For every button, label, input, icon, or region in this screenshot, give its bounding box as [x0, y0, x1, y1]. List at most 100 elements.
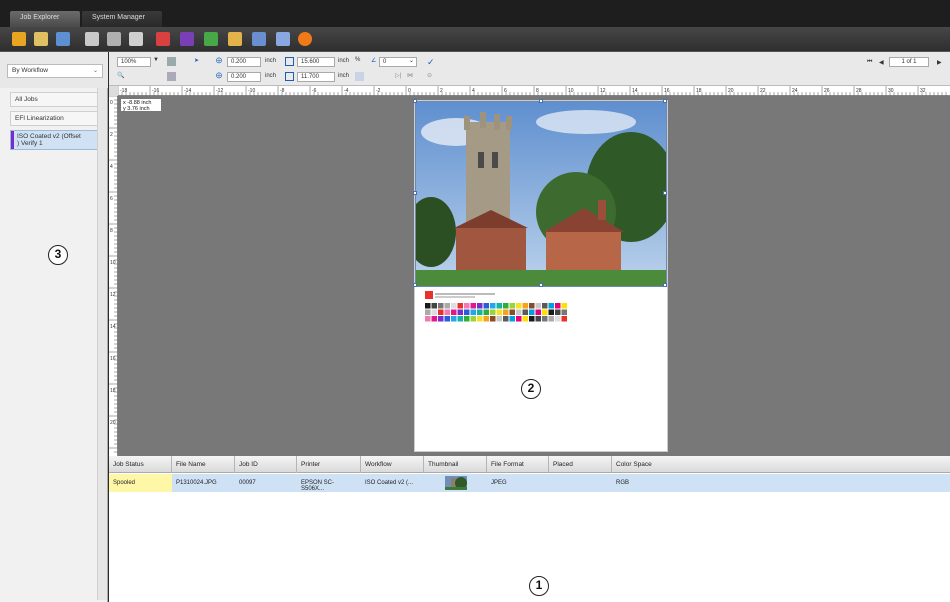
resize-handle[interactable] [663, 283, 667, 287]
table-row[interactable]: Spooled P1310024.JPG 00097 EPSON SC-S506… [109, 474, 950, 492]
cursor-coordinates: x -8.88 inch y 3.76 inch [120, 98, 162, 112]
rotate-icon[interactable]: ∠ [371, 57, 376, 64]
mirror-icon[interactable]: ⋈ [407, 72, 413, 79]
resize-handle[interactable] [663, 99, 667, 103]
printer-settings-icon[interactable] [107, 32, 121, 46]
resize-handle[interactable] [413, 191, 417, 195]
position-icon[interactable]: ⨁ [216, 57, 222, 64]
x-position-field[interactable]: 0.200 [227, 57, 261, 67]
color-swatch [542, 309, 548, 315]
color-swatch [464, 303, 470, 309]
resize-handle[interactable] [413, 99, 417, 103]
percent-icon[interactable]: % [355, 57, 360, 63]
align-icon[interactable] [167, 57, 176, 66]
distribute-icon[interactable] [167, 72, 176, 81]
column-header-job-status[interactable]: Job Status [109, 456, 172, 473]
workflow-filter-header: By Workflow ⌄ [0, 52, 108, 88]
color-swatch [438, 316, 444, 322]
tab-system-manager[interactable]: System Manager [82, 11, 162, 27]
layout-options-toolbar: 100% ▼ 🔍 ➤ ⨁ ⨁ 0.200 0.200 inch inch 15.… [109, 52, 950, 86]
position-y-icon[interactable]: ⨁ [216, 72, 222, 79]
color-swatch [451, 303, 457, 309]
ruler-label: 2 [110, 132, 113, 138]
sidebar-item-iso-coated[interactable]: ISO Coated v2 (Offset ) Verify 1 [10, 130, 102, 150]
delete-icon[interactable] [156, 32, 170, 46]
color-swatch [548, 316, 554, 322]
color-icon[interactable] [180, 32, 194, 46]
column-header-printer[interactable]: Printer [297, 456, 361, 473]
document-icon[interactable] [252, 32, 266, 46]
column-header-file-format[interactable]: File Format [487, 456, 549, 473]
layout-canvas[interactable]: x -8.88 inch y 3.76 inch 2 [118, 96, 950, 456]
ruler-label: 12 [110, 292, 116, 298]
print-icon[interactable] [85, 32, 99, 46]
layout-icon[interactable] [228, 32, 242, 46]
column-header-thumbnail[interactable]: Thumbnail [424, 456, 487, 473]
ruler-label: 28 [856, 88, 862, 94]
color-swatch [542, 303, 548, 309]
tab-job-explorer[interactable]: Job Explorer [10, 11, 80, 27]
cell-job-status: Spooled [109, 474, 172, 492]
chevron-down-icon[interactable]: ▼ [153, 57, 159, 63]
height-unit-label: inch [338, 73, 350, 79]
color-swatch [503, 309, 509, 315]
column-header-placed[interactable]: Placed [549, 456, 612, 473]
ruler-label: 0 [408, 88, 411, 94]
main-toolbar [0, 27, 950, 52]
height-field[interactable]: 11.700 [297, 72, 335, 82]
color-swatch [457, 303, 463, 309]
job-list-panel: By Workflow ⌄ All Jobs EFI Linearization… [0, 52, 108, 602]
color-swatch [457, 316, 463, 322]
ruler-label: -10 [248, 88, 255, 94]
resize-handle[interactable] [413, 283, 417, 287]
resize-handle[interactable] [663, 191, 667, 195]
next-page-icon[interactable]: ▶ [937, 59, 942, 66]
resize-handle[interactable] [539, 99, 543, 103]
open-folder-icon[interactable] [12, 32, 26, 46]
image-content [416, 102, 666, 286]
flip-icon[interactable]: ▷| [395, 72, 401, 79]
sidebar-item-all-jobs[interactable]: All Jobs [10, 92, 102, 107]
resize-handle[interactable] [539, 283, 543, 287]
stop-icon[interactable] [298, 32, 312, 46]
color-swatch [555, 303, 561, 309]
lock-ratio-icon[interactable] [355, 72, 364, 81]
ruler-label: 6 [110, 196, 113, 202]
zoom-tool-icon[interactable]: 🔍 [117, 72, 124, 79]
y-unit-label: inch [265, 73, 277, 79]
width-field[interactable]: 15.600 [297, 57, 335, 67]
apply-check-icon[interactable]: ✓ [427, 57, 435, 68]
color-swatch [431, 309, 437, 315]
color-swatch [490, 316, 496, 322]
first-page-icon[interactable]: ⏮ [867, 59, 872, 66]
y-position-field[interactable]: 0.200 [227, 72, 261, 82]
color-swatch [535, 309, 541, 315]
workflow-select[interactable]: By Workflow ⌄ [7, 64, 103, 78]
ruler-label: 16 [664, 88, 670, 94]
prev-page-icon[interactable]: ◀ [879, 59, 884, 66]
color-swatch [561, 316, 567, 322]
column-header-workflow[interactable]: Workflow [361, 456, 424, 473]
image-edit-icon[interactable] [204, 32, 218, 46]
sidebar-item-efi-linearization[interactable]: EFI Linearization [10, 111, 102, 126]
column-header-job-id[interactable]: Job ID [235, 456, 297, 473]
printer-icon[interactable] [129, 32, 143, 46]
panel-scrollbar[interactable] [97, 88, 107, 600]
ruler-label: 20 [110, 420, 116, 426]
cell-file-format: JPEG [491, 480, 507, 486]
page-indicator-field[interactable]: 1 of 1 [889, 57, 929, 67]
folder-icon[interactable] [34, 32, 48, 46]
chevron-down-icon[interactable]: ⌄ [409, 57, 414, 64]
page-icon[interactable] [276, 32, 290, 46]
zoom-select[interactable]: 100% [117, 57, 151, 67]
cell-thumbnail [445, 476, 467, 490]
select-tool-icon[interactable]: ➤ [194, 57, 199, 64]
column-header-color-space[interactable]: Color Space [612, 456, 950, 473]
placed-image[interactable] [415, 101, 667, 287]
save-icon[interactable] [56, 32, 70, 46]
column-header-file-name[interactable]: File Name [172, 456, 235, 473]
ruler-label: 20 [728, 88, 734, 94]
reset-icon[interactable]: ⊖ [427, 72, 432, 79]
color-swatch [555, 309, 561, 315]
media-page[interactable]: 2 [413, 99, 668, 452]
